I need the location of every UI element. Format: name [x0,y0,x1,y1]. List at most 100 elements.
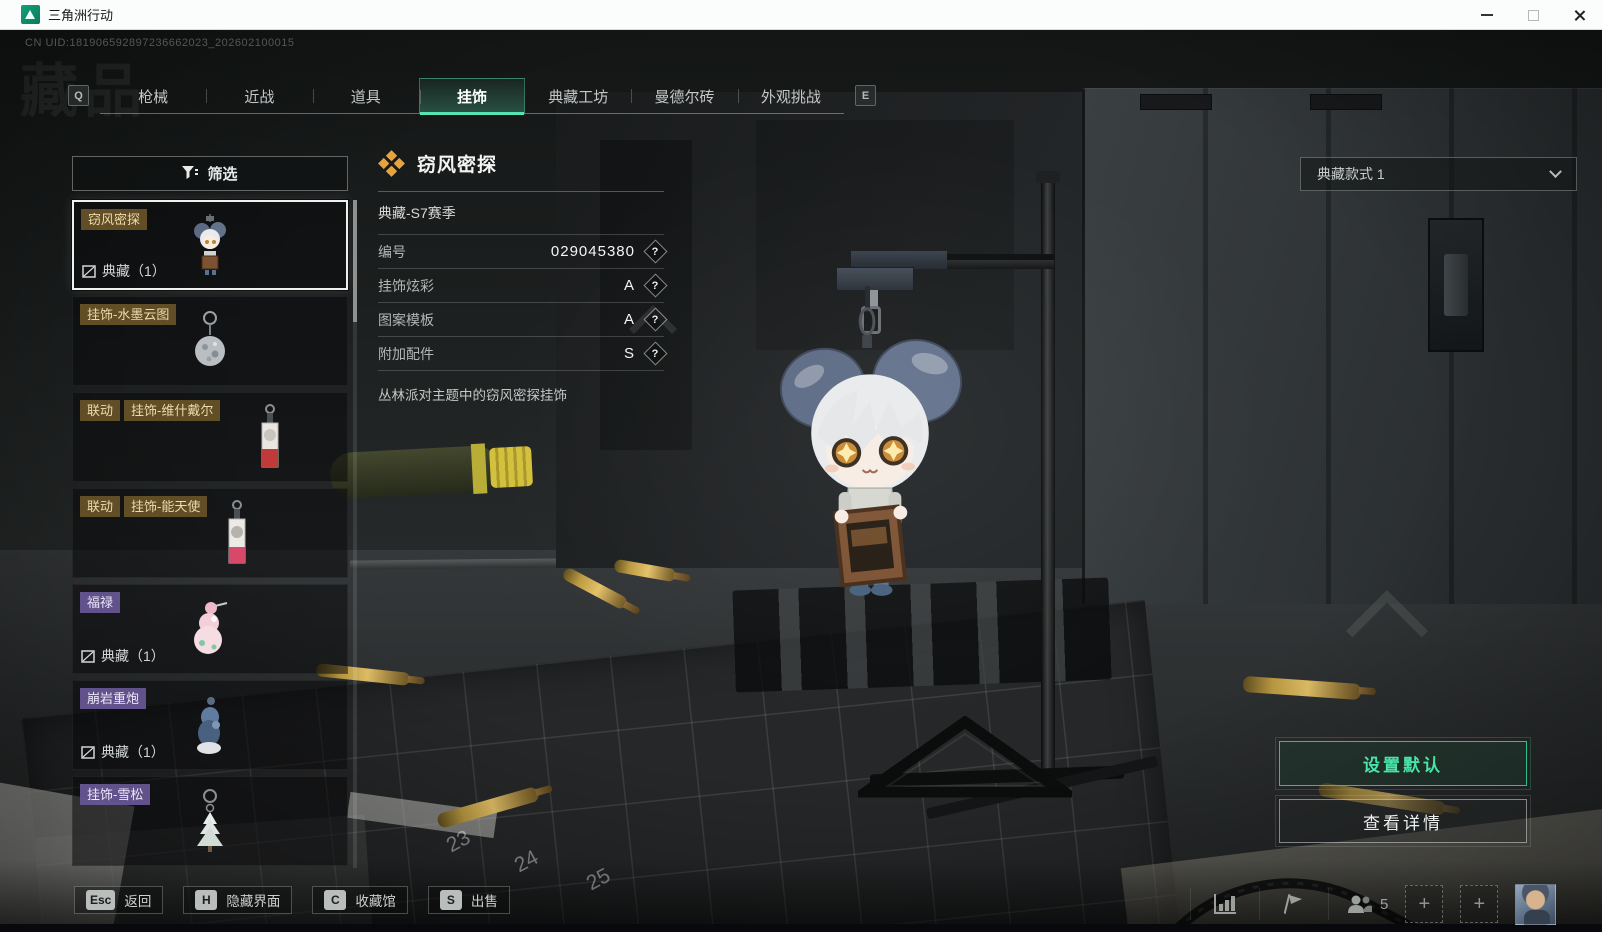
charm-rarity-icon [378,150,405,177]
item-thumbnail [194,214,226,275]
minimize-icon [1481,14,1493,16]
charm-detail-panel: 窃风密探 典藏-S7赛季 编号 029045380 ? 挂饰炫彩 A ? 图案模… [378,150,668,404]
window-titlebar: 三角洲行动 [0,0,1602,30]
next-tab-key[interactable]: E [855,85,876,106]
filter-label: 筛选 [207,166,238,183]
season-label: 典藏-S7赛季 [378,192,664,235]
collection-icon [82,264,96,278]
view-details-button[interactable]: 查看详情 [1275,795,1531,847]
app-window: 三角洲行动 23 24 25 CN UID:181906592897236662… [0,0,1602,932]
charm-description: 丛林派对主题中的窃风密探挂饰 [378,388,567,403]
uid-text: CN UID:181906592897236662023_20260210001… [25,37,295,49]
c-keycap: C [324,890,347,910]
set-default-button[interactable]: 设置默认 [1275,737,1531,790]
collection-count: 典藏（1） [101,648,165,664]
back-shortcut[interactable]: Esc 返回 [74,886,164,914]
tab-melee[interactable]: 近战 [206,78,312,114]
collection-icon [81,745,95,759]
help-icon[interactable]: ? [643,239,668,264]
row-value: A [623,277,635,294]
squad-count: 5 [1380,895,1389,913]
collection-count: 典藏（1） [102,263,166,279]
funnel-icon [182,166,199,179]
h-keycap: H [195,890,218,910]
empty-slot-button[interactable]: + [1460,885,1499,923]
linkage-badge: 联动 [80,496,121,517]
hide-ui-shortcut[interactable]: H 隐藏界面 [183,886,293,914]
row-label: 图案模板 [378,311,434,328]
list-item-charm[interactable]: 崩岩重炮 典藏（1） [72,680,348,770]
squad-button[interactable]: 5 [1346,894,1388,914]
row-label: 附加配件 [378,345,434,362]
tab-charms[interactable]: 挂饰 [418,78,526,115]
list-item-charm[interactable]: 挂饰-雪松 [72,776,348,866]
maximize-button[interactable] [1510,0,1556,30]
item-thumbnail [197,697,221,754]
tab-guns[interactable]: 枪械 [100,78,206,114]
list-item-charm[interactable]: 联动 挂饰-能天使 [72,488,348,578]
category-tabs: 枪械 近战 道具 挂饰 典藏工坊 曼德尔砖 外观挑战 [100,78,844,115]
filter-button[interactable]: 筛选 [72,156,348,191]
sell-shortcut[interactable]: S 出售 [427,886,510,914]
player-avatar[interactable] [1515,883,1557,925]
app-logo-icon [21,5,40,24]
item-name-badge: 挂饰-水墨云图 [80,304,177,325]
item-name-badge: 挂饰-维什戴尔 [124,400,221,421]
maximize-icon [1527,9,1539,21]
item-thumbnail [195,311,225,366]
item-thumbnail [197,789,223,852]
charm-list: 窃风密探 典藏（1） 挂饰-水墨云图 联动挂饰-维什戴尔 联动挂饰-能天使 [72,200,348,866]
plus-icon: + [1418,892,1431,915]
empty-slot-button[interactable]: + [1405,885,1444,923]
window-title: 三角洲行动 [48,8,114,23]
item-thumbnail [261,404,279,468]
item-thumbnail [228,500,246,564]
flag-icon [1284,894,1302,914]
stats-button[interactable] [1208,887,1242,921]
help-icon[interactable]: ? [643,341,668,366]
collection-count: 典藏（1） [101,744,165,760]
linkage-badge: 联动 [80,400,121,421]
row-value: S [623,345,635,362]
style-dropdown-value: 典藏款式 1 [1317,166,1385,182]
report-button[interactable] [1277,887,1311,921]
item-name-badge: 挂饰-雪松 [80,784,151,805]
prev-tab-key[interactable]: Q [68,85,89,106]
esc-keycap: Esc [86,890,116,910]
tab-collection-workshop[interactable]: 典藏工坊 [525,78,631,114]
help-icon[interactable]: ? [643,273,668,298]
row-label: 编号 [378,243,406,260]
scrollbar-thumb[interactable] [353,200,357,322]
s-keycap: S [439,890,462,910]
row-label: 挂饰炫彩 [378,277,434,294]
charm-title: 窃风密探 [417,155,498,176]
help-icon[interactable]: ? [643,307,668,332]
list-item-charm[interactable]: 挂饰-水墨云图 [72,296,348,386]
close-icon [1573,9,1586,22]
item-name-badge: 窃风密探 [81,209,148,230]
collection-hall-shortcut[interactable]: C 收藏馆 [312,886,408,914]
list-item-charm[interactable]: 窃风密探 典藏（1） [72,200,348,290]
row-value: A [623,311,635,328]
shortcut-bar: Esc 返回 H 隐藏界面 C 收藏馆 S 出售 [74,886,510,914]
tab-items[interactable]: 道具 [312,78,419,114]
item-thumbnail [194,602,228,654]
style-dropdown[interactable]: 典藏款式 1 [1300,157,1577,191]
list-scrollbar [353,200,357,868]
list-item-charm[interactable]: 联动 挂饰-维什戴尔 [72,392,348,482]
people-icon [1348,895,1372,913]
hud-icon-cluster: 5 + + [1190,882,1557,926]
item-name-badge: 崩岩重炮 [80,688,147,709]
collection-icon [81,649,95,663]
bar-chart-icon [1214,894,1236,914]
list-item-charm[interactable]: 福禄 典藏（1） [72,584,348,674]
item-name-badge: 福禄 [80,592,121,613]
minimize-button[interactable] [1464,0,1510,30]
tab-appearance-challenge[interactable]: 外观挑战 [737,78,844,114]
item-name-badge: 挂饰-能天使 [124,496,208,517]
tab-mandel-brick[interactable]: 曼德尔砖 [631,78,737,114]
close-button[interactable] [1556,0,1602,30]
chevron-down-icon [1549,164,1562,178]
row-value: 029045380 [550,243,635,260]
plus-icon: + [1473,892,1486,915]
